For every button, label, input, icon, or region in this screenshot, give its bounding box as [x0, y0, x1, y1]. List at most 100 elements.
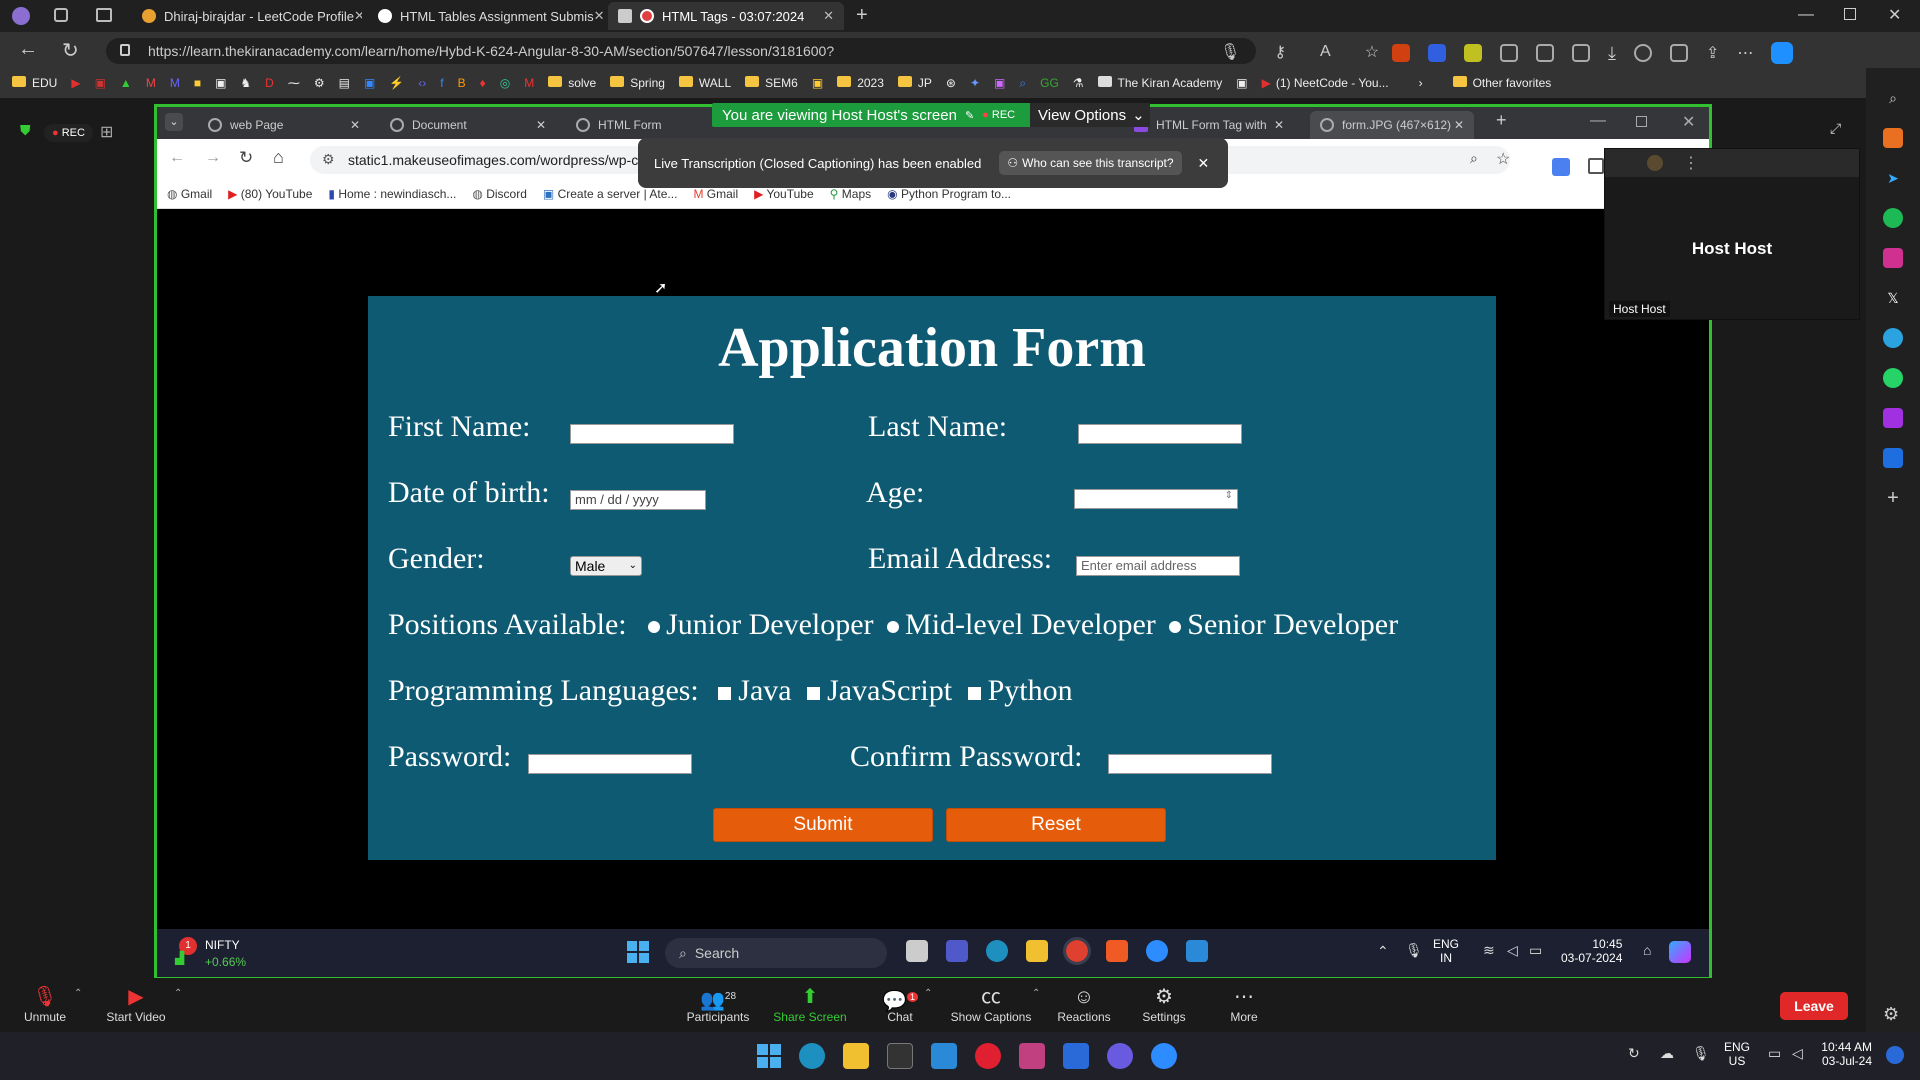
notification-icon[interactable]: ⌂ [1643, 942, 1651, 958]
outer-tab-leetcode[interactable]: Dhiraj-birajdar - LeetCode Profile ✕ [132, 2, 362, 30]
bookmark-icon[interactable]: D [265, 76, 274, 90]
close-tab-icon[interactable]: ✕ [354, 8, 362, 24]
taskbar-search[interactable]: ⌕ Search [665, 938, 887, 968]
tray-overflow-icon[interactable]: ⌃ [1377, 943, 1389, 960]
teams-icon[interactable] [946, 940, 968, 962]
close-toast-icon[interactable]: ✕ [1198, 155, 1210, 172]
bookmark-icon[interactable]: ⚡ [389, 76, 404, 90]
zoom-app-icon[interactable] [1151, 1043, 1177, 1069]
close-window-icon[interactable]: ✕ [1888, 5, 1901, 25]
bookmark-folder-sem6[interactable]: SEM6 [745, 76, 798, 90]
onedrive-icon[interactable]: ☁ [1660, 1045, 1674, 1062]
audio-options-icon[interactable]: ⌃ [74, 988, 82, 999]
telegram-icon[interactable] [1883, 328, 1903, 348]
checkbox-javascript[interactable] [807, 686, 821, 700]
panel-more-icon[interactable]: ⋮ [1683, 153, 1699, 173]
spinner-icon[interactable]: ⇕ [1225, 490, 1233, 501]
bookmark-folder-2023[interactable]: 2023 [837, 76, 884, 90]
bookmark-folder-wall[interactable]: WALL [678, 76, 731, 90]
close-tab-icon[interactable]: ✕ [1274, 118, 1284, 132]
captions-options-icon[interactable]: ⌃ [1032, 988, 1040, 999]
profile-icon[interactable] [12, 7, 30, 25]
bookmark-kiran-academy[interactable]: The Kiran Academy [1097, 76, 1222, 90]
extension-icon[interactable] [1464, 44, 1482, 62]
checkbox-python[interactable] [967, 686, 981, 700]
bookmark-icon[interactable]: ♞ [240, 76, 251, 90]
extension-icon[interactable] [1392, 44, 1410, 62]
bookmarks-overflow-icon[interactable]: › [1419, 76, 1423, 90]
close-tab-icon[interactable]: ✕ [823, 8, 834, 24]
extensions-icon[interactable] [1588, 158, 1604, 174]
first-name-input[interactable] [570, 424, 734, 444]
inner-tab-web-page[interactable]: web Page ✕ [198, 111, 370, 139]
bookmark-icon[interactable]: ◎ [500, 76, 510, 90]
spotify-icon[interactable] [1883, 208, 1903, 228]
chat-button[interactable]: 💬 1 Chat [880, 984, 920, 1024]
bookmark-icon[interactable]: ▣ [1236, 76, 1247, 90]
submit-button[interactable]: Submit [713, 808, 933, 842]
bookmark-icon[interactable]: ▣ [364, 76, 375, 90]
bookmark-icon[interactable]: M [170, 76, 180, 90]
bookmark-icon[interactable]: ⁓ [288, 76, 300, 90]
drive-bookmark-icon[interactable]: ▲ [120, 76, 132, 90]
email-input[interactable]: Enter email address [1076, 556, 1240, 576]
facebook-bookmark-icon[interactable]: f [440, 76, 443, 90]
close-tab-icon[interactable]: ✕ [594, 8, 604, 24]
notification-icon[interactable] [1886, 1046, 1904, 1064]
host-language-indicator[interactable]: ENG US [1724, 1040, 1750, 1068]
wifi-icon[interactable]: ≋ [1483, 942, 1495, 959]
restore-icon[interactable] [1636, 116, 1647, 127]
zoom-app-icon[interactable] [1146, 940, 1168, 962]
forward-icon[interactable]: → [205, 149, 221, 167]
close-tab-icon[interactable]: ✕ [536, 118, 546, 132]
back-icon[interactable]: ← [169, 149, 185, 167]
volume-icon[interactable]: ◁ [1507, 942, 1518, 959]
last-name-input[interactable] [1078, 424, 1242, 444]
display-icon[interactable]: ▭ [1768, 1045, 1781, 1062]
bookmark-icon[interactable]: GG [1040, 76, 1059, 90]
youtube-bookmark-icon[interactable]: ▶ [71, 76, 80, 90]
radio-senior[interactable] [1169, 621, 1182, 634]
x-icon[interactable]: 𝕏 [1883, 288, 1903, 308]
gallery-view-icon[interactable]: ⊞ [100, 122, 113, 142]
performance-icon[interactable] [1633, 44, 1652, 62]
bookmark-discord[interactable]: ◍ Discord [472, 187, 527, 201]
reset-button[interactable]: Reset [946, 808, 1166, 842]
share-screen-button[interactable]: ⬆ Share Screen [772, 984, 848, 1024]
workspaces-icon[interactable] [54, 8, 68, 22]
search-icon[interactable]: ⌕ [1883, 88, 1903, 108]
vscode-icon[interactable] [1186, 940, 1208, 962]
windows-start-icon[interactable] [757, 1044, 781, 1068]
bookmark-folder-edu[interactable]: EDU [12, 76, 57, 90]
shared-clock[interactable]: 10:45 03-07-2024 [1561, 937, 1622, 965]
host-clock[interactable]: 10:44 AM 03-Jul-24 [1812, 1040, 1872, 1068]
close-tab-icon[interactable]: ✕ [350, 118, 360, 132]
gemini-bookmark-icon[interactable]: ✦ [970, 76, 980, 90]
unmute-button[interactable]: 🎙 Unmute [20, 984, 70, 1024]
radio-junior[interactable] [648, 621, 661, 634]
bookmark-youtube[interactable]: ▶ (80) YouTube [228, 187, 312, 201]
more-menu-icon[interactable]: ⋯ [1737, 43, 1753, 63]
bookmark-newindiaschool[interactable]: ▮ Home : newindiasch... [328, 187, 456, 201]
mic-icon[interactable]: 🎙 [1220, 42, 1240, 62]
bookmark-maps[interactable]: ⚲ Maps [830, 187, 871, 201]
share-icon[interactable]: ⇪ [1706, 43, 1719, 63]
task-view-icon[interactable] [906, 940, 928, 962]
add-icon[interactable]: + [1883, 488, 1903, 508]
bookmark-icon[interactable]: ▣ [812, 76, 823, 90]
webstorm-icon[interactable] [1063, 1043, 1089, 1069]
back-icon[interactable]: ← [18, 38, 38, 61]
gender-select[interactable]: Male ⌄ [570, 556, 642, 576]
new-tab-icon[interactable]: + [1496, 110, 1507, 131]
collections-icon[interactable] [1572, 44, 1590, 62]
chatgpt-bookmark-icon[interactable]: ⊛ [946, 76, 956, 90]
download-icon[interactable]: ⤓ [1608, 43, 1616, 64]
copilot-icon[interactable] [1771, 42, 1794, 64]
close-window-icon[interactable]: ✕ [1682, 112, 1695, 132]
password-input[interactable] [528, 754, 692, 774]
video-options-icon[interactable]: ⌃ [174, 988, 182, 999]
translate-icon[interactable] [1552, 158, 1570, 176]
outer-tab-assignment[interactable]: HTML Tables Assignment Submis ✕ [368, 2, 604, 30]
app-icon[interactable] [1107, 1043, 1133, 1069]
host-video-panel[interactable]: ⋮ Host Host Host Host [1604, 148, 1860, 320]
